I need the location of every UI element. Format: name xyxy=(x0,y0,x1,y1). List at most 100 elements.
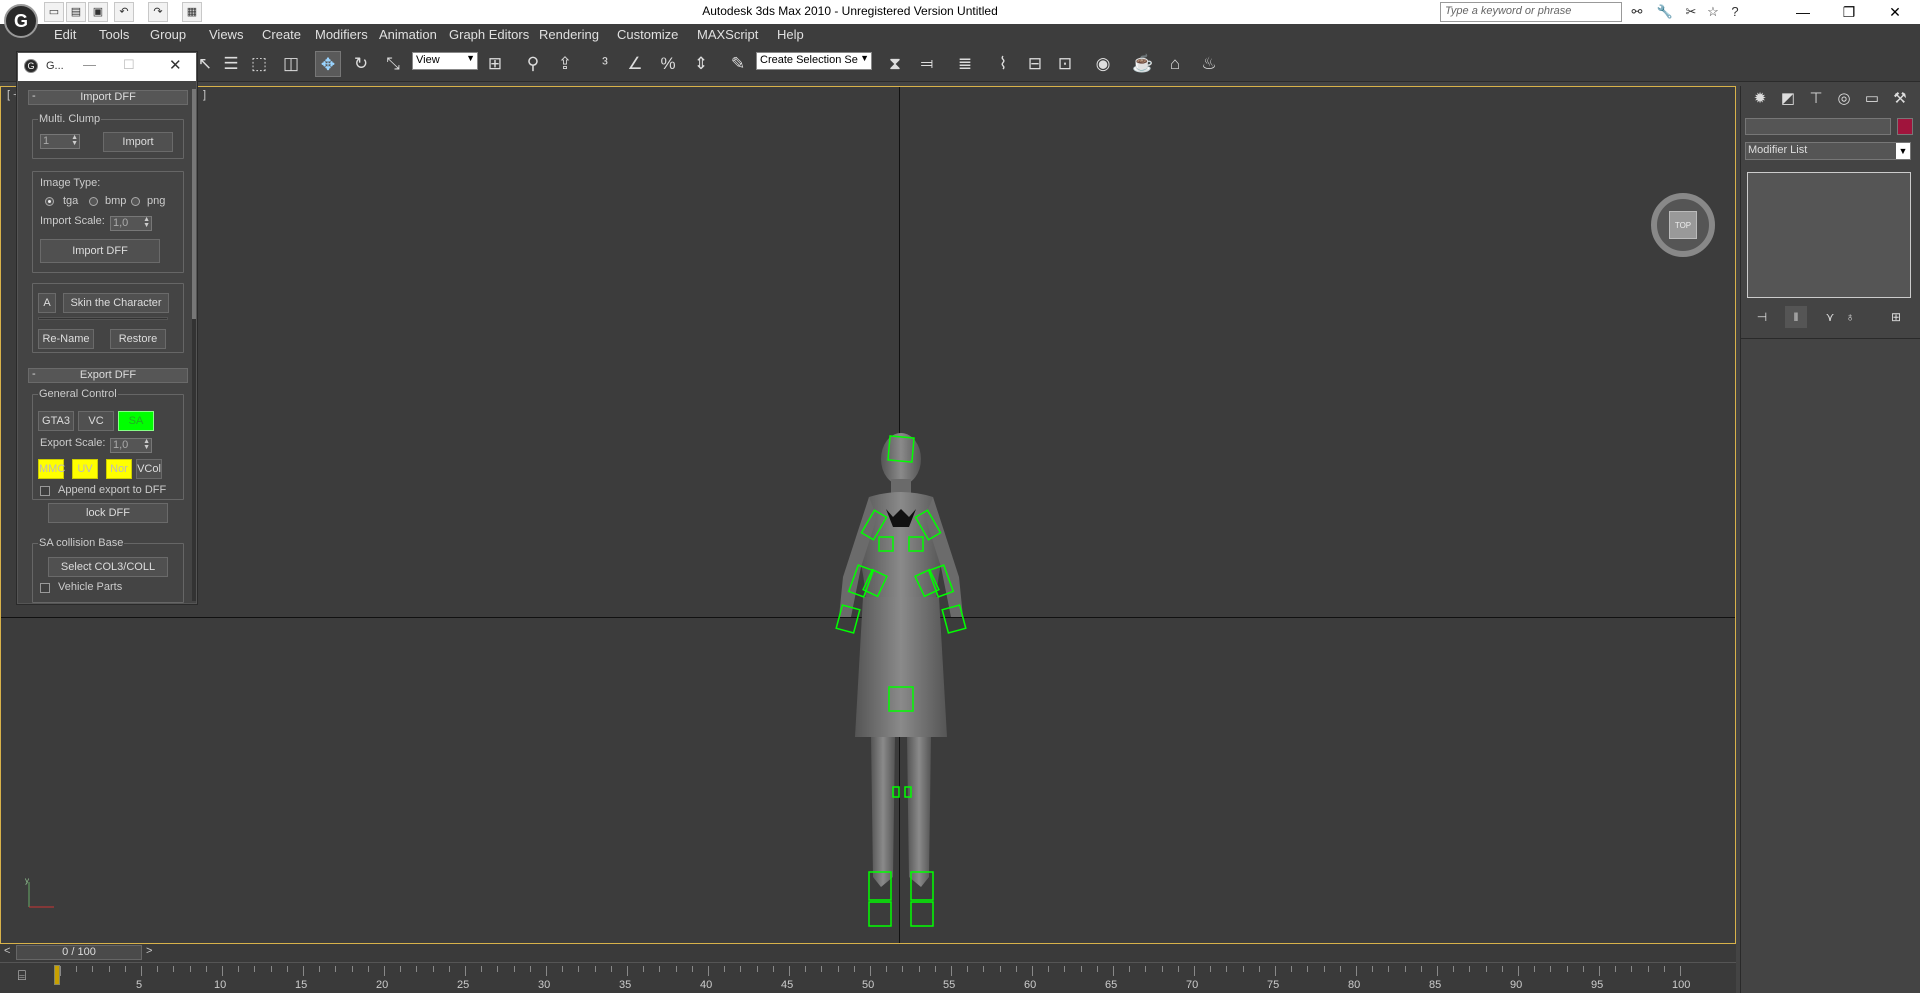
tools-icon[interactable]: ✂ xyxy=(1680,2,1702,22)
menu-graph-editors[interactable]: Graph Editors xyxy=(449,27,529,42)
percent-snap-icon[interactable]: % xyxy=(655,51,681,77)
undo-icon[interactable]: ↶ xyxy=(114,2,134,22)
floater-minimize-button[interactable]: — xyxy=(83,57,96,72)
export-dff-rollout[interactable]: - Export DFF xyxy=(28,368,188,383)
layer-icon[interactable]: ≣ xyxy=(952,51,978,77)
three-d-snap-icon[interactable]: ³ xyxy=(592,51,618,77)
menu-customize[interactable]: Customize xyxy=(617,27,678,42)
pivot-icon[interactable]: ⊞ xyxy=(482,51,508,77)
motion-tab-icon[interactable]: ◎ xyxy=(1833,88,1855,110)
frame-counter[interactable]: 0 / 100 xyxy=(16,945,142,960)
binoculars-icon[interactable]: ⚯ xyxy=(1626,2,1648,22)
time-slider[interactable]: < 0 / 100 > xyxy=(0,944,1736,962)
select-col-button[interactable]: Select COL3/COLL xyxy=(48,557,168,577)
menu-views[interactable]: Views xyxy=(209,27,243,42)
reference-coord-dropdown[interactable]: View ▼ xyxy=(412,52,478,70)
viewcube[interactable]: TOP xyxy=(1651,193,1715,257)
floater-titlebar[interactable]: G G... — ☐ ✕ xyxy=(18,53,196,81)
menu-group[interactable]: Group xyxy=(150,27,186,42)
uv-button[interactable]: UV xyxy=(72,459,98,479)
gta3-button[interactable]: GTA3 xyxy=(38,411,74,431)
floater-maximize-button[interactable]: ☐ xyxy=(123,57,135,73)
menu-maxscript[interactable]: MAXScript xyxy=(697,27,758,42)
import-dff-button[interactable]: Import DFF xyxy=(40,239,160,263)
utilities-tab-icon[interactable]: ⚒ xyxy=(1889,88,1911,110)
time-next-icon[interactable]: > xyxy=(146,945,152,957)
rename-button[interactable]: Re-Name xyxy=(38,329,94,349)
object-name-field[interactable] xyxy=(1745,118,1891,135)
floater-scroll-thumb[interactable] xyxy=(192,89,196,319)
make-unique-icon[interactable]: ⋎ xyxy=(1819,306,1841,328)
render-teapot-icon[interactable]: ♨ xyxy=(1196,51,1222,77)
time-prev-icon[interactable]: < xyxy=(4,945,10,957)
png-radio[interactable] xyxy=(131,197,140,206)
configure-sets-icon[interactable]: ⊞ xyxy=(1885,306,1907,328)
viewport-front[interactable]: [ + ] TOP y xyxy=(0,86,1736,944)
tga-radio[interactable] xyxy=(45,197,54,206)
remove-modifier-icon[interactable]: ♁ xyxy=(1839,306,1861,328)
vc-button[interactable]: VC xyxy=(78,411,114,431)
object-color-swatch[interactable] xyxy=(1897,118,1913,135)
render-setup-icon[interactable]: ◉ xyxy=(1090,51,1116,77)
align-icon[interactable]: ⫤ xyxy=(914,51,940,77)
app-logo-icon[interactable]: G xyxy=(4,4,38,38)
a-button[interactable]: A xyxy=(38,293,56,313)
select-by-name-icon[interactable]: ☰ xyxy=(218,51,244,77)
menu-animation[interactable]: Animation xyxy=(379,27,437,42)
skin-character-button[interactable]: Skin the Character xyxy=(63,293,169,313)
import-dff-rollout[interactable]: - Import DFF xyxy=(28,90,188,105)
modifier-stack[interactable] xyxy=(1747,172,1911,298)
menu-tools[interactable]: Tools xyxy=(99,27,129,42)
favorites-icon[interactable]: ☆ xyxy=(1702,2,1724,22)
vcol-button[interactable]: VCol xyxy=(136,459,162,479)
snap-icon[interactable]: ⇪ xyxy=(552,51,578,77)
curve-editor-icon[interactable]: ⌇ xyxy=(990,51,1016,77)
nor-button[interactable]: Nor xyxy=(106,459,132,479)
render-icon[interactable]: ⌂ xyxy=(1162,51,1188,77)
sa-button[interactable]: SA xyxy=(118,411,154,431)
mirror-icon[interactable]: ⧗ xyxy=(882,51,908,77)
help-icon[interactable]: ? xyxy=(1724,2,1746,22)
track-bar[interactable]: ⌸ 5 10 15 20 25 30 35 40 45 50 55 60 65 … xyxy=(0,962,1736,993)
menu-rendering[interactable]: Rendering xyxy=(539,27,599,42)
bmp-radio[interactable] xyxy=(89,197,98,206)
named-selection-dropdown[interactable]: Create Selection Se ▼ xyxy=(756,52,872,70)
append-export-checkbox[interactable] xyxy=(40,486,50,496)
hierarchy-tab-icon[interactable]: ⊤ xyxy=(1805,88,1827,110)
viewcube-top-face[interactable]: TOP xyxy=(1669,211,1697,239)
menu-modifiers[interactable]: Modifiers xyxy=(315,27,368,42)
floater-close-button[interactable]: ✕ xyxy=(169,56,182,74)
communication-icon[interactable]: 🔧 xyxy=(1654,2,1676,22)
create-tab-icon[interactable]: ✹ xyxy=(1749,88,1771,110)
angle-snap-icon[interactable]: ∠ xyxy=(622,51,648,77)
menu-create[interactable]: Create xyxy=(262,27,301,42)
schematic-icon[interactable]: ⊟ xyxy=(1022,51,1048,77)
close-button[interactable]: ✕ xyxy=(1872,0,1918,24)
import-button[interactable]: Import xyxy=(103,132,173,152)
display-tab-icon[interactable]: ▭ xyxy=(1861,88,1883,110)
material-editor-icon[interactable]: ⊡ xyxy=(1052,51,1078,77)
window-crossing-icon[interactable]: ◫ xyxy=(278,51,304,77)
link-icon[interactable]: ⚲ xyxy=(520,51,546,77)
export-scale-spinner[interactable]: 1,0 ▲ ▼ xyxy=(110,438,152,453)
character-model[interactable] xyxy=(781,417,1021,947)
menu-help[interactable]: Help xyxy=(777,27,804,42)
minimize-button[interactable]: — xyxy=(1780,0,1826,24)
save-icon[interactable]: ▣ xyxy=(88,2,108,22)
menu-edit[interactable]: Edit xyxy=(54,27,76,42)
clump-spinner[interactable]: 1 ▲ ▼ xyxy=(40,134,80,149)
maximize-button[interactable]: ❐ xyxy=(1826,0,1872,24)
vehicle-parts-checkbox[interactable] xyxy=(40,583,50,593)
search-input[interactable]: Type a keyword or phrase xyxy=(1440,2,1622,22)
mmc-button[interactable]: MMC xyxy=(38,459,65,479)
edit-named-sel-icon[interactable]: ✎ xyxy=(725,51,751,77)
new-file-icon[interactable]: ▭ xyxy=(44,2,64,22)
chevron-down-icon[interactable]: ▼ xyxy=(1896,143,1910,159)
lock-dff-button[interactable]: lock DFF xyxy=(48,503,168,523)
scale-icon[interactable]: ⤡ xyxy=(380,51,406,77)
restore-button[interactable]: Restore xyxy=(110,329,166,349)
rect-region-icon[interactable]: ⬚ xyxy=(246,51,272,77)
import-scale-spinner[interactable]: 1,0 ▲ ▼ xyxy=(110,216,152,231)
modifier-list-dropdown[interactable]: Modifier List ▼ xyxy=(1745,142,1911,160)
show-end-result-icon[interactable]: ‖ xyxy=(1785,306,1807,328)
